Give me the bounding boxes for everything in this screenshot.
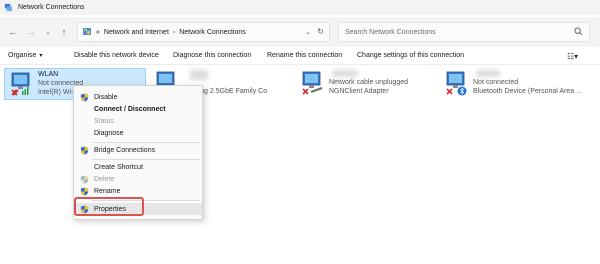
menu-separator <box>92 142 200 143</box>
menu-item-label: Diagnose <box>94 129 124 137</box>
window-title: Network Connections <box>18 4 85 11</box>
menu-item-diagnose[interactable]: Diagnose <box>74 127 202 139</box>
address-dropdown-icon[interactable]: ⌄ <box>305 28 311 36</box>
title-bar: Network Connections <box>0 0 600 15</box>
arrow-right-icon: → <box>26 27 36 37</box>
caret-down-icon: ▾ <box>39 53 43 59</box>
rename-connection-button[interactable]: Rename this connection <box>267 52 342 59</box>
refresh-icon[interactable]: ↻ <box>317 27 324 36</box>
menu-item-label: Status <box>94 117 114 125</box>
arrow-left-icon: ← <box>8 27 18 37</box>
chevron-down-icon: ⌄ <box>45 29 51 36</box>
uac-shield-icon <box>80 187 89 196</box>
breadcrumb-separator: › <box>172 28 176 36</box>
redacted-name <box>190 70 208 80</box>
connection-bluetooth[interactable]: Not connected Bluetooth Device (Personal… <box>440 68 585 100</box>
search-placeholder: Search Network Connections <box>345 28 436 36</box>
organise-menu[interactable]: Organise ▾ <box>8 52 42 59</box>
menu-item-label: Rename <box>94 187 121 195</box>
forward-button[interactable]: → <box>25 26 37 38</box>
menu-item-status: Status <box>74 115 202 127</box>
redacted-name <box>476 70 500 77</box>
arrow-up-icon: ↑ <box>61 27 67 37</box>
search-input[interactable]: Search Network Connections <box>338 22 590 42</box>
connection-ngnclient[interactable]: Network cable unplugged NGNClient Adapte… <box>296 68 436 100</box>
connection-name: WLAN <box>38 71 59 78</box>
menu-separator <box>92 159 200 160</box>
menu-item-label: Disable <box>94 93 118 101</box>
connection-device: Bluetooth Device (Personal Area ... <box>473 88 582 95</box>
disable-device-button[interactable]: Disable this network device <box>74 52 159 59</box>
address-bar: ← → ⌄ ↑ « Network and Internet › Network… <box>0 17 600 47</box>
menu-item-rename[interactable]: Rename <box>74 185 202 197</box>
up-button[interactable]: ↑ <box>58 26 70 38</box>
uac-shield-icon <box>80 175 89 184</box>
wireless-adapter-icon <box>11 72 30 96</box>
menu-item-label: Delete <box>94 175 115 183</box>
connection-status: Not connected <box>473 79 519 86</box>
organise-label: Organise <box>8 52 37 59</box>
menu-item-delete: Delete <box>74 173 202 185</box>
menu-item-label: Bridge Connections <box>94 146 156 154</box>
bluetooth-adapter-icon <box>446 71 467 96</box>
connection-device: NGNClient Adapter <box>329 88 389 95</box>
menu-item-connect-disconnect[interactable]: Connect / Disconnect <box>74 103 202 115</box>
diagnose-connection-button[interactable]: Diagnose this connection <box>173 52 251 59</box>
uac-shield-icon <box>80 146 89 155</box>
search-icon[interactable] <box>574 27 583 36</box>
breadcrumb-network-connections[interactable]: Network Connections <box>179 29 246 36</box>
uac-shield-icon <box>80 93 89 102</box>
recent-locations-button[interactable]: ⌄ <box>42 26 54 38</box>
command-bar: Organise ▾ Disable this network device Di… <box>0 49 600 65</box>
breadcrumb-network-and-internet[interactable]: Network and Internet <box>104 29 169 36</box>
network-adapter-icon <box>302 71 323 95</box>
view-options-icon[interactable]: ☷▾ <box>567 52 581 62</box>
control-panel-icon <box>83 28 91 35</box>
menu-item-bridge-connections[interactable]: Bridge Connections <box>74 144 202 156</box>
connection-status: Network cable unplugged <box>329 79 408 86</box>
address-box[interactable]: « Network and Internet › Network Connect… <box>77 22 330 42</box>
menu-item-label: Create Shortcut <box>94 163 144 171</box>
breadcrumb-overflow[interactable]: « <box>96 29 100 36</box>
redacted-name <box>332 70 358 77</box>
properties-highlight-annotation <box>74 197 144 216</box>
network-connections-icon <box>4 3 13 12</box>
menu-item-disable[interactable]: Disable <box>74 91 202 103</box>
menu-item-create-shortcut[interactable]: Create Shortcut <box>74 161 202 173</box>
menu-item-label: Connect / Disconnect <box>94 105 166 113</box>
back-button[interactable]: ← <box>7 26 19 38</box>
change-settings-button[interactable]: Change settings of this connection <box>357 52 464 59</box>
